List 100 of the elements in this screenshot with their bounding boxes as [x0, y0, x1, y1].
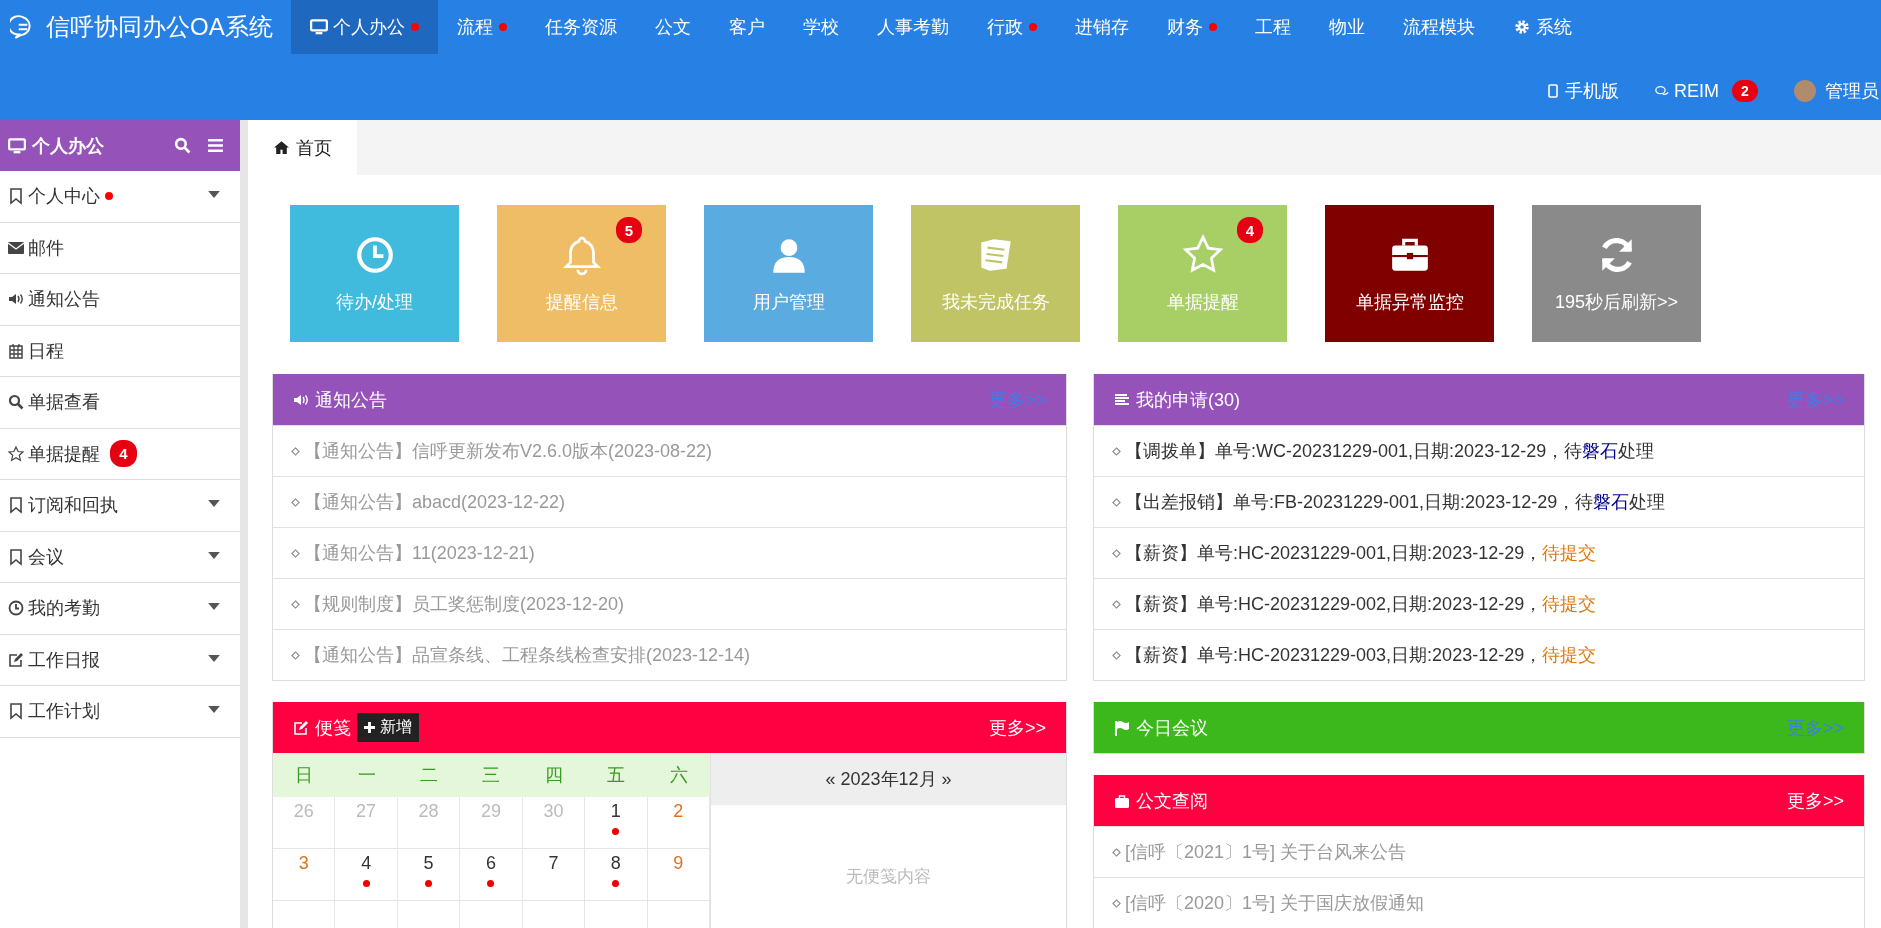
- dashboard-tile[interactable]: 提醒信息 5: [497, 205, 666, 342]
- envelope-icon: [8, 239, 24, 256]
- weekday-header: 日: [273, 753, 336, 797]
- bookmark-icon: [8, 548, 24, 565]
- panel-title: 今日会议: [1136, 716, 1208, 740]
- monitor-icon: [309, 19, 328, 35]
- nav-tab[interactable]: 工程: [1235, 0, 1310, 54]
- calendar-day[interactable]: 4: [335, 849, 398, 901]
- nav-tab[interactable]: 系统: [1493, 0, 1591, 54]
- bookmark-icon: [8, 497, 24, 514]
- nav-tab[interactable]: 公文: [635, 0, 710, 54]
- list-icon: [1114, 391, 1130, 408]
- nav-tab[interactable]: 进销存: [1055, 0, 1148, 54]
- document-link[interactable]: [信呼〔2021〕1号] 关于台风来公告: [1125, 840, 1407, 864]
- caret-icon: [208, 191, 220, 198]
- nav-tab[interactable]: 个人办公: [290, 0, 438, 54]
- nav-tab[interactable]: 客户: [709, 0, 784, 54]
- calendar-day[interactable]: 7: [522, 849, 586, 901]
- phone-icon: [1546, 84, 1560, 98]
- calendar-day[interactable]: 9: [647, 849, 710, 901]
- dashboard-tile[interactable]: 195秒后刷新>>: [1532, 205, 1701, 342]
- sidebar-item[interactable]: 订阅和回执: [0, 480, 240, 532]
- nav-tab[interactable]: 人事考勤: [857, 0, 968, 54]
- star-icon: [1181, 233, 1224, 276]
- diamond-icon: [1112, 650, 1121, 660]
- clock-icon: [8, 600, 24, 617]
- plus-icon: [364, 722, 375, 733]
- mobile-version-link[interactable]: 手机版: [1546, 79, 1619, 103]
- sidebar-item[interactable]: 会议: [0, 531, 240, 583]
- notification-dot: [498, 23, 507, 31]
- nav-tab[interactable]: 物业: [1309, 0, 1384, 54]
- sidebar-item[interactable]: 单据提醒 4: [0, 428, 240, 480]
- dashboard-tile[interactable]: 待办/处理: [290, 205, 459, 342]
- star-icon: [8, 445, 24, 462]
- month-label[interactable]: « 2023年12月 »: [825, 767, 952, 791]
- application-link[interactable]: 【调拨单】单号:WC-20231229-001,日期:2023-12-29，待磐石处理: [1125, 439, 1655, 463]
- sidebar-item[interactable]: 日程: [0, 325, 240, 377]
- more-link[interactable]: 更多>>: [1786, 788, 1844, 813]
- notice-link[interactable]: 【通知公告】信呼更新发布V2.6.0版本(2023-08-22): [304, 439, 713, 463]
- user-menu[interactable]: 管理员: [1794, 79, 1881, 103]
- weekday-header: 一: [335, 753, 398, 797]
- caret-icon: [208, 706, 220, 713]
- diamond-icon: [291, 548, 300, 558]
- calendar-day[interactable]: 5: [397, 849, 461, 901]
- calendar-day[interactable]: 8: [585, 849, 648, 901]
- calendar-day[interactable]: 1: [585, 797, 648, 849]
- menu-icon[interactable]: [207, 137, 224, 154]
- dashboard-tile[interactable]: 单据提醒 4: [1118, 205, 1287, 342]
- panel-title: 我的申请(30): [1136, 388, 1240, 412]
- flag-icon: [1114, 719, 1130, 736]
- sidebar-item[interactable]: 邮件: [0, 222, 240, 274]
- calendar-day[interactable]: 6: [460, 849, 523, 901]
- nav-tab[interactable]: 财务: [1147, 0, 1236, 54]
- sidebar-item[interactable]: 我的考勤: [0, 583, 240, 635]
- nav-tab[interactable]: 流程: [437, 0, 526, 54]
- home-icon: [273, 140, 290, 155]
- document-link[interactable]: [信呼〔2020〕1号] 关于国庆放假通知: [1125, 891, 1425, 915]
- nav-tab[interactable]: 流程模块: [1383, 0, 1494, 54]
- nav-tab[interactable]: 任务资源: [525, 0, 636, 54]
- chat-icon: [1655, 84, 1669, 98]
- notification-dot: [1028, 23, 1037, 31]
- dashboard-tile[interactable]: 用户管理: [704, 205, 873, 342]
- sidebar-item[interactable]: 个人中心: [0, 171, 240, 223]
- panel-title: 通知公告: [315, 388, 387, 412]
- diamond-icon: [1112, 497, 1121, 507]
- notice-link[interactable]: 【通知公告】11(2023-12-21): [304, 541, 535, 565]
- diamond-icon: [291, 650, 300, 660]
- notification-dot: [410, 23, 419, 31]
- sidebar-item[interactable]: 工作计划: [0, 686, 240, 738]
- home-tab[interactable]: 首页: [248, 120, 357, 175]
- add-button[interactable]: 新增: [357, 713, 419, 742]
- more-link[interactable]: 更多>>: [988, 715, 1046, 740]
- sidebar-item[interactable]: 通知公告: [0, 274, 240, 326]
- notice-link[interactable]: 【通知公告】abacd(2023-12-22): [304, 490, 566, 514]
- empty-message: 无便笺内容: [846, 866, 931, 888]
- caret-icon: [208, 551, 220, 559]
- application-link[interactable]: 【薪资】单号:HC-20231229-002,日期:2023-12-29，待提交: [1125, 592, 1597, 616]
- diamond-icon: [1112, 548, 1121, 558]
- dashboard-tile[interactable]: 单据异常监控: [1325, 205, 1494, 342]
- notice-link[interactable]: 【规则制度】员工奖惩制度(2023-12-20): [304, 592, 625, 616]
- calendar-day[interactable]: 2: [647, 797, 710, 849]
- notification-dot: [105, 192, 113, 201]
- chat-link[interactable]: REIM 2: [1655, 80, 1758, 102]
- diamond-icon: [1112, 599, 1121, 609]
- search-icon[interactable]: [174, 137, 191, 154]
- calendar-day[interactable]: 3: [273, 849, 336, 901]
- search-icon: [8, 394, 24, 411]
- nav-tab[interactable]: 学校: [783, 0, 858, 54]
- application-link[interactable]: 【薪资】单号:HC-20231229-003,日期:2023-12-29，待提交: [1125, 643, 1597, 667]
- monitor-icon: [8, 137, 26, 154]
- sidebar-item[interactable]: 单据查看: [0, 377, 240, 429]
- weekday-header: 三: [460, 753, 523, 797]
- sidebar-item[interactable]: 工作日报: [0, 634, 240, 686]
- weekday-header: 六: [647, 753, 710, 797]
- nav-tab[interactable]: 行政: [967, 0, 1056, 54]
- panel-title: 便笺: [315, 716, 351, 740]
- application-link[interactable]: 【出差报销】单号:FB-20231229-001,日期:2023-12-29，待磐石处理: [1125, 490, 1666, 514]
- diamond-icon: [291, 497, 300, 507]
- application-link[interactable]: 【薪资】单号:HC-20231229-001,日期:2023-12-29，待提交: [1125, 541, 1597, 565]
- notice-link[interactable]: 【通知公告】品宣条线、工程条线检查安排(2023-12-14): [304, 643, 751, 667]
